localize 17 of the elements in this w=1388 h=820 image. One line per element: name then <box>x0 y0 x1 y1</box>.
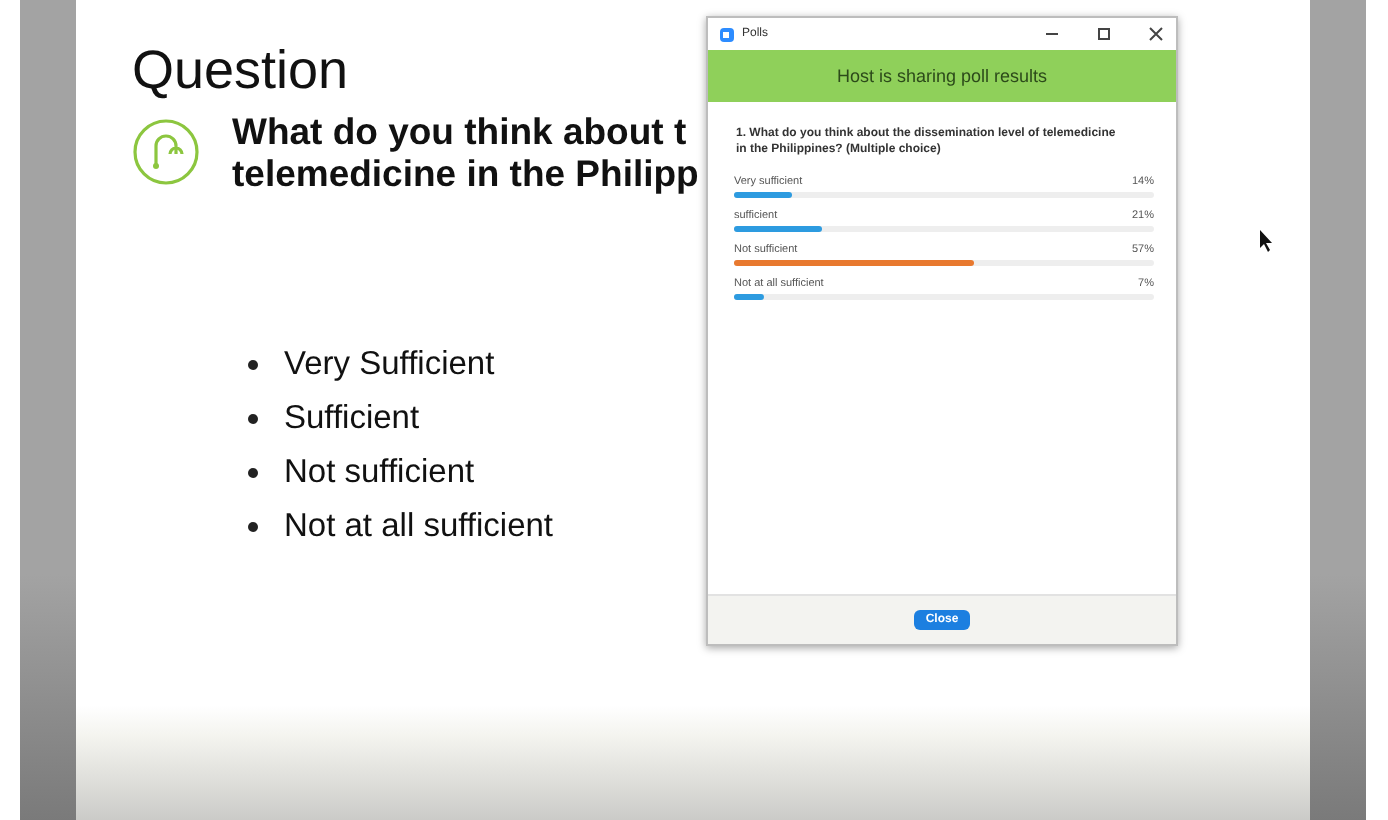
status-banner: Host is sharing poll results <box>708 50 1176 102</box>
bullet-icon <box>248 468 258 478</box>
bullet-text: Not sufficient <box>284 454 475 492</box>
bullet-text: Very Sufficient <box>284 346 495 384</box>
close-icon[interactable] <box>1148 26 1164 42</box>
question-text: What do you think about t <box>232 110 689 152</box>
question-text: telemedicine in the Philipp <box>232 152 699 194</box>
bullet-text: Sufficient <box>284 400 420 438</box>
app-logo-icon <box>720 27 734 41</box>
maximize-icon[interactable] <box>1096 26 1112 42</box>
bullet-icon <box>248 414 258 424</box>
stethoscope-icon <box>132 118 200 186</box>
slide-title: Question <box>132 40 349 102</box>
mouse-cursor-icon <box>1260 230 1274 252</box>
bullet-icon <box>248 360 258 370</box>
bullet-text: Not at all sufficient <box>284 508 554 546</box>
bullet-icon <box>248 522 258 532</box>
